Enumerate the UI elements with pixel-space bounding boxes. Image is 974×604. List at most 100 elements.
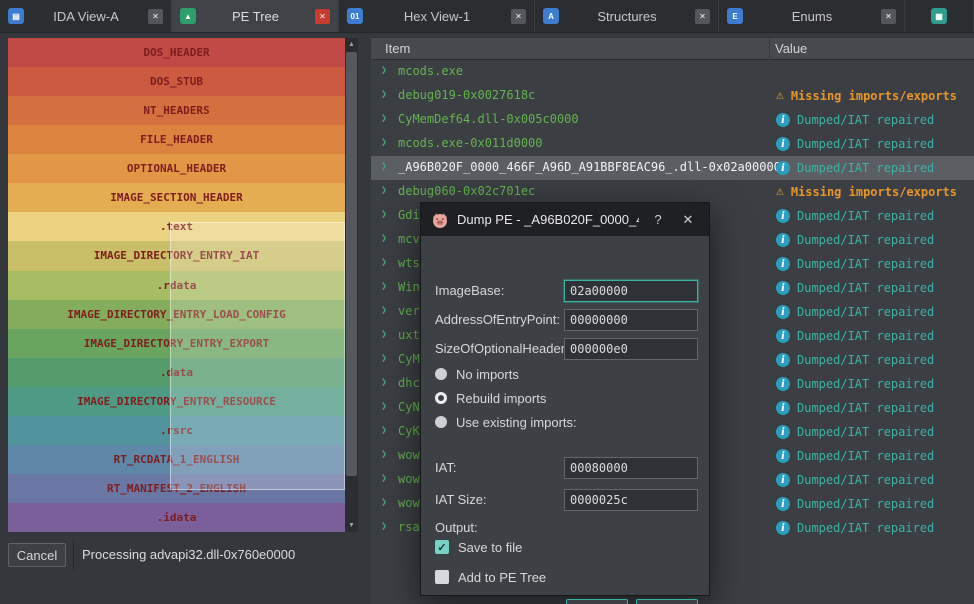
help-button[interactable]: ? <box>647 212 669 227</box>
dump-button[interactable]: Dump <box>566 599 628 604</box>
chevron-right-icon[interactable]: ❯ <box>381 425 387 436</box>
table-row[interactable]: ❯ mcods.exe-0x011d0000 i ⚠ Dumped/IAT re… <box>371 132 974 156</box>
field-label: ImageBase: <box>435 283 505 298</box>
close-icon[interactable]: ✕ <box>677 212 699 228</box>
table-row[interactable]: ❯ debug019-0x0027618c i ⚠ Missing import… <box>371 84 974 108</box>
checkbox-label: Add to PE Tree <box>458 569 547 585</box>
map-scrollbar[interactable]: ▲ ▼ <box>345 38 358 532</box>
radio-icon[interactable] <box>435 416 447 428</box>
radio-row[interactable]: Rebuild imports <box>421 386 709 410</box>
processing-cancel-button[interactable]: Cancel <box>8 543 66 567</box>
tree-item-value: i ⚠ Dumped/IAT repaired <box>776 134 934 154</box>
tab[interactable]: E Enums ✕ <box>719 0 905 32</box>
cancel-button[interactable]: Cancel <box>636 599 698 604</box>
tree-item-label: debug060-0x02c701ec <box>398 184 536 198</box>
radio-icon[interactable] <box>435 368 447 380</box>
tree-item-value: i ⚠ Dumped/IAT repaired <box>776 110 934 130</box>
field-label: SizeOfOptionalHeader: <box>435 341 569 356</box>
chevron-right-icon[interactable]: ❯ <box>381 257 387 268</box>
checkbox-row[interactable]: ✓ Save to file <box>421 532 709 562</box>
status-text: Dumped/IAT repaired <box>797 521 935 535</box>
status-divider <box>73 540 74 570</box>
iat-size-input[interactable] <box>564 489 698 511</box>
table-row[interactable]: ❯ _A96B020F_0000_466F_A96D_A91BBF8EAC96_… <box>371 156 974 180</box>
pe-map-band[interactable]: OPTIONAL_HEADER <box>8 154 345 184</box>
checkbox-icon[interactable]: ✓ <box>435 570 449 584</box>
column-header-value[interactable]: Value <box>775 41 807 56</box>
tab-close-icon[interactable]: ✕ <box>881 8 896 24</box>
tab-close-icon[interactable]: ✕ <box>511 8 526 24</box>
status-text: Dumped/IAT repaired <box>797 449 935 463</box>
checkbox-icon[interactable]: ✓ <box>435 540 449 554</box>
status-text: Dumped/IAT repaired <box>797 329 935 343</box>
chevron-right-icon[interactable]: ❯ <box>381 521 387 532</box>
tab-bar: ▤ IDA View-A ✕ ▲ PE Tree ✕ 01 Hex View-1… <box>0 0 974 33</box>
tree-item-value: i ⚠ Dumped/IAT repaired <box>776 302 934 322</box>
info-icon: i <box>776 497 790 511</box>
tab[interactable]: 01 Hex View-1 ✕ <box>339 0 535 32</box>
chevron-right-icon[interactable]: ❯ <box>381 449 387 460</box>
column-header-item[interactable]: Item <box>385 41 410 56</box>
table-row[interactable]: ❯ CyMemDef64.dll-0x005c0000 i ⚠ Dumped/I… <box>371 108 974 132</box>
pe-map-band[interactable]: NT_HEADERS <box>8 96 345 126</box>
tab-close-icon[interactable]: ✕ <box>695 8 710 24</box>
tab[interactable]: A Structures ✕ <box>535 0 719 32</box>
pe-map-band[interactable]: IMAGE_SECTION_HEADER <box>8 183 345 213</box>
chevron-right-icon[interactable]: ❯ <box>381 305 387 316</box>
hex-value-input[interactable] <box>564 280 698 302</box>
tab-label: PE Tree <box>232 8 279 24</box>
pe-map-band[interactable]: .idata <box>8 503 345 533</box>
chevron-right-icon[interactable]: ❯ <box>381 497 387 508</box>
iat-input[interactable] <box>564 457 698 479</box>
hex-value-input[interactable] <box>564 338 698 360</box>
radio-icon[interactable] <box>435 392 447 404</box>
iat-field-row: IAT: <box>421 453 709 482</box>
tab[interactable]: ▲ PE Tree ✕ <box>172 0 339 32</box>
pe-map-band-label: FILE_HEADER <box>140 133 213 147</box>
tree-item-value: i ⚠ Dumped/IAT repaired <box>776 518 934 538</box>
chevron-right-icon[interactable]: ❯ <box>381 89 387 100</box>
chevron-right-icon[interactable]: ❯ <box>381 113 387 124</box>
dialog-titlebar[interactable]: Dump PE - _A96B020F_0000_4... ? ✕ <box>421 203 709 236</box>
status-text: Dumped/IAT repaired <box>797 377 935 391</box>
chevron-right-icon[interactable]: ❯ <box>381 209 387 220</box>
chevron-right-icon[interactable]: ❯ <box>381 329 387 340</box>
chevron-right-icon[interactable]: ❯ <box>381 473 387 484</box>
pe-map-band[interactable]: DOS_STUB <box>8 67 345 97</box>
chevron-right-icon[interactable]: ❯ <box>381 185 387 196</box>
pe-map-band[interactable]: FILE_HEADER <box>8 125 345 155</box>
status-text: Dumped/IAT repaired <box>797 137 935 151</box>
pe-map-band-label: .idata <box>156 511 197 525</box>
chevron-right-icon[interactable]: ❯ <box>381 281 387 292</box>
tree-item-label: mcods.exe-0x011d0000 <box>398 136 543 150</box>
status-text: Dumped/IAT repaired <box>797 281 935 295</box>
warning-icon: ⚠ <box>776 184 784 199</box>
tab-label: Hex View-1 <box>403 8 471 24</box>
tab-close-icon[interactable]: ✕ <box>148 8 163 24</box>
radio-row[interactable]: Use existing imports: <box>421 410 709 434</box>
chevron-right-icon[interactable]: ❯ <box>381 161 387 172</box>
chevron-right-icon[interactable]: ❯ <box>381 137 387 148</box>
radio-row[interactable]: No imports <box>421 362 709 386</box>
checkbox-row[interactable]: ✓ Add to PE Tree <box>421 562 709 592</box>
scroll-up-icon[interactable]: ▲ <box>345 38 358 51</box>
tab[interactable]: ▦ ✕ <box>905 0 974 32</box>
tab[interactable]: ▤ IDA View-A ✕ <box>0 0 172 32</box>
chevron-right-icon[interactable]: ❯ <box>381 65 387 76</box>
hex-value-input[interactable] <box>564 309 698 331</box>
column-divider[interactable] <box>769 38 770 60</box>
chevron-right-icon[interactable]: ❯ <box>381 353 387 364</box>
chevron-right-icon[interactable]: ❯ <box>381 401 387 412</box>
tab-icon: E <box>727 8 743 24</box>
chevron-right-icon[interactable]: ❯ <box>381 233 387 244</box>
table-row[interactable]: ❯ debug060-0x02c701ec i ⚠ Missing import… <box>371 180 974 204</box>
scroll-down-icon[interactable]: ▼ <box>345 519 358 532</box>
pe-map-band[interactable]: DOS_HEADER <box>8 38 345 68</box>
map-viewport-overlay[interactable] <box>170 222 345 490</box>
scrollbar-thumb[interactable] <box>346 52 357 476</box>
chevron-right-icon[interactable]: ❯ <box>381 377 387 388</box>
tab-close-icon[interactable]: ✕ <box>315 8 330 24</box>
tab-icon: 01 <box>347 8 363 24</box>
table-row[interactable]: ❯ mcods.exe i ⚠ <box>371 60 974 84</box>
iat-size-label: IAT Size: <box>435 492 487 507</box>
